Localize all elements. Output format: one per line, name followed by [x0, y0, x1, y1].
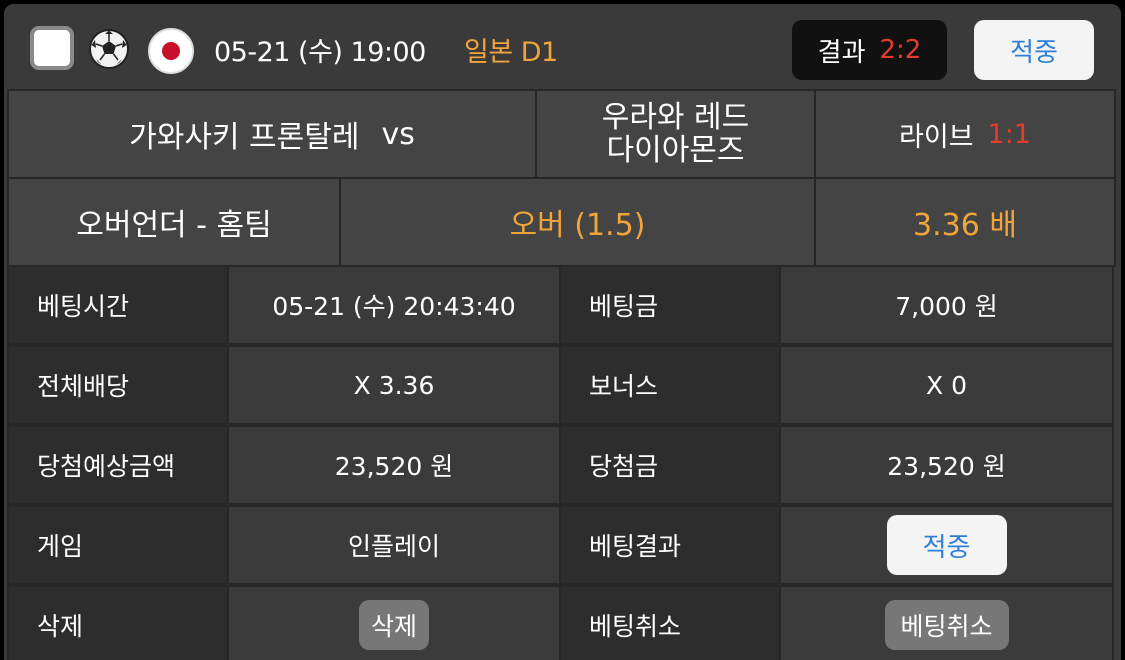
cancel-bet-button[interactable]: 베팅취소: [884, 600, 1009, 650]
match-datetime: 05-21 (수) 19:00: [214, 37, 426, 68]
live-label: 라이브: [899, 121, 974, 153]
game-row: 게임 인플레이 베팅결과 적중: [7, 505, 1117, 586]
detail-value: 23,520 원: [779, 425, 1114, 505]
action-row: 삭제 삭제 베팅취소 베팅취소: [7, 585, 1117, 660]
final-result-badge: 결과 2:2: [792, 20, 947, 80]
bet-card: 05-21 (수) 19:00 일본 D1 결과 2:2 적중 가와사키 프론탈…: [4, 4, 1121, 660]
detail-value: X 0: [779, 345, 1114, 425]
detail-value: 7,000 원: [779, 265, 1114, 345]
soccer-ball-icon: [89, 29, 129, 69]
detail-value: X 3.36: [227, 345, 561, 425]
market-cell: 오버언더 - 홈팀: [7, 177, 341, 267]
delete-label: 삭제: [7, 585, 229, 660]
detail-label: 전체배당: [7, 345, 229, 425]
detail-row: 당첨예상금액 23,520 원 당첨금 23,520 원: [7, 425, 1117, 506]
detail-label: 보너스: [559, 345, 781, 425]
match-row: 가와사키 프론탈레 vs 우라와 레드 다이아몬즈 라이브 1:1: [7, 89, 1117, 179]
odds-cell: 3.36 배: [814, 177, 1116, 267]
cancel-bet-label: 베팅취소: [559, 585, 781, 660]
bet-pick-row: 오버언더 - 홈팀 오버 (1.5) 3.36 배: [7, 177, 1117, 267]
odds-value: 3.36 배: [913, 208, 1017, 243]
hit-status-button[interactable]: 적중: [974, 20, 1094, 80]
game-type-value: 인플레이: [227, 505, 561, 585]
detail-value: 23,520 원: [227, 425, 561, 505]
game-label: 게임: [7, 505, 229, 585]
vs-label: vs: [381, 116, 415, 152]
result-label: 결과: [817, 37, 866, 68]
delete-cell: 삭제: [227, 585, 561, 660]
japan-flag-icon: [148, 28, 194, 74]
live-score: 1:1: [987, 118, 1031, 150]
select-checkbox[interactable]: [30, 26, 74, 70]
detail-row: 전체배당 X 3.36 보너스 X 0: [7, 345, 1117, 426]
bet-result-label: 베팅결과: [559, 505, 781, 585]
bet-detail-grid: 가와사키 프론탈레 vs 우라와 레드 다이아몬즈 라이브 1:1 오버언더 -…: [7, 89, 1117, 660]
pick-cell: 오버 (1.5): [339, 177, 816, 267]
live-score-cell: 라이브 1:1: [814, 89, 1116, 179]
home-team-name: 가와사키 프론탈레: [129, 120, 360, 155]
detail-label: 당첨금: [559, 425, 781, 505]
detail-label: 베팅시간: [7, 265, 229, 345]
away-team-name-line2: 다이아몬즈: [606, 133, 745, 168]
detail-row: 베팅시간 05-21 (수) 20:43:40 베팅금 7,000 원: [7, 265, 1117, 346]
cancel-bet-cell: 베팅취소: [779, 585, 1114, 660]
detail-label: 베팅금: [559, 265, 781, 345]
detail-label: 당첨예상금액: [7, 425, 229, 505]
bet-result-button[interactable]: 적중: [886, 515, 1007, 575]
league-name: 일본 D1: [464, 37, 558, 68]
bet-result-cell: 적중: [779, 505, 1114, 585]
delete-button[interactable]: 삭제: [359, 600, 429, 650]
bet-card-header: 05-21 (수) 19:00 일본 D1 결과 2:2 적중: [4, 4, 1121, 90]
market-name: 오버언더 - 홈팀: [76, 208, 272, 243]
away-team-cell: 우라와 레드 다이아몬즈: [535, 89, 816, 179]
away-team-name-line1: 우라와 레드: [601, 100, 750, 135]
pick-value: 오버 (1.5): [509, 208, 646, 243]
home-team-cell: 가와사키 프론탈레 vs: [7, 89, 537, 179]
detail-value: 05-21 (수) 20:43:40: [227, 265, 561, 345]
result-score: 2:2: [879, 35, 922, 65]
